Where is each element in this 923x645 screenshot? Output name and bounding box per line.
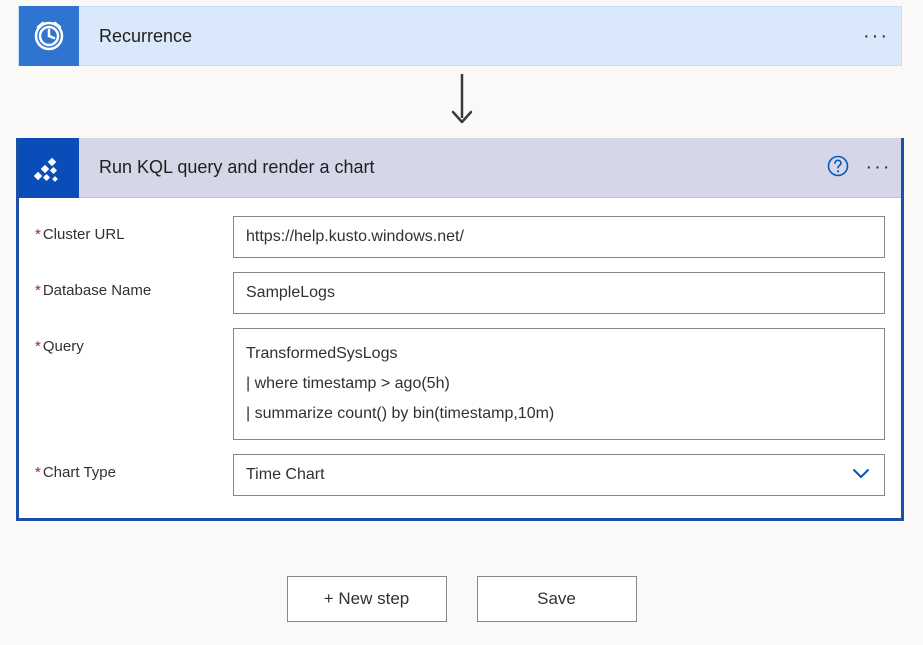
- database-name-input[interactable]: SampleLogs: [233, 272, 885, 314]
- cluster-url-input[interactable]: https://help.kusto.windows.net/: [233, 216, 885, 258]
- field-query: *Query TransformedSysLogs | where timest…: [35, 328, 885, 440]
- field-chart-type: *Chart Type Time Chart: [35, 454, 885, 496]
- new-step-button[interactable]: + New step: [287, 576, 447, 622]
- flow-arrow: [0, 66, 923, 136]
- action-card-kql: Run KQL query and render a chart ··· *Cl…: [16, 138, 904, 521]
- action-header[interactable]: Run KQL query and render a chart ···: [19, 138, 901, 198]
- field-label-database-name: *Database Name: [35, 272, 233, 299]
- action-title: Run KQL query and render a chart: [79, 157, 820, 178]
- action-menu-button[interactable]: ···: [856, 156, 901, 179]
- designer-footer: + New step Save: [0, 576, 923, 622]
- field-database-name: *Database Name SampleLogs: [35, 272, 885, 314]
- query-input[interactable]: TransformedSysLogs | where timestamp > a…: [233, 328, 885, 440]
- trigger-title: Recurrence: [79, 26, 851, 47]
- save-button[interactable]: Save: [477, 576, 637, 622]
- trigger-menu-button[interactable]: ···: [851, 25, 901, 48]
- field-label-cluster-url: *Cluster URL: [35, 216, 233, 243]
- action-body: *Cluster URL https://help.kusto.windows.…: [19, 198, 901, 518]
- field-label-query: *Query: [35, 328, 233, 355]
- chart-type-select[interactable]: Time Chart: [233, 454, 885, 496]
- chevron-down-icon: [850, 462, 872, 489]
- help-icon[interactable]: [820, 155, 856, 181]
- clock-icon: [19, 6, 79, 66]
- trigger-card-recurrence[interactable]: Recurrence ···: [18, 6, 902, 66]
- chart-type-value: Time Chart: [246, 466, 325, 484]
- data-explorer-icon: [19, 138, 79, 198]
- field-label-chart-type: *Chart Type: [35, 454, 233, 481]
- field-cluster-url: *Cluster URL https://help.kusto.windows.…: [35, 216, 885, 258]
